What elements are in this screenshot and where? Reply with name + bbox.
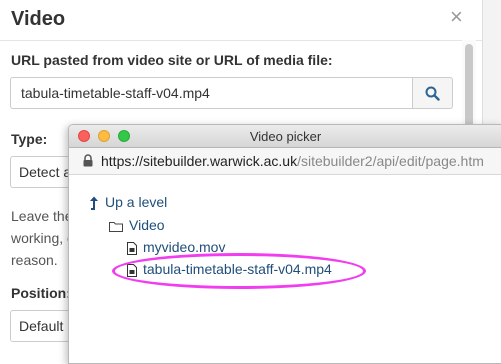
file-label: tabula-timetable-staff-v04.mp4 [143,261,332,277]
level-up-icon [90,196,98,211]
file-tree: Up a level Video myvideo.mov tabula-time… [69,175,501,363]
file-item-selected[interactable]: tabula-timetable-staff-v04.mp4 [127,261,332,281]
address-url: https://sitebuilder.warwick.ac.uk/sitebu… [101,153,484,169]
file-item[interactable]: myvideo.mov [127,239,225,259]
folder-label: Video [129,217,165,233]
file-icon [127,241,137,255]
dialog-title: Video [11,8,66,30]
lock-icon [83,154,93,167]
folder-icon [109,221,123,232]
up-a-level-link[interactable]: Up a level [89,194,167,214]
help-line: Leave the [11,208,71,224]
dialog-header: Video × [0,0,482,41]
type-label: Type: [11,131,48,147]
help-text: Leave the working, c reason. [11,205,71,271]
address-bar[interactable]: https://sitebuilder.warwick.ac.uk/sitebu… [69,148,501,175]
help-line: reason. [11,252,58,268]
file-icon [127,263,137,277]
close-icon[interactable]: × [450,4,463,30]
url-label: URL pasted from video site or URL of med… [11,52,333,68]
folder-video[interactable]: Video [109,217,165,237]
search-button[interactable] [412,77,453,109]
up-a-level-label: Up a level [105,194,168,210]
position-label: Position: [11,285,71,301]
url-host: https://sitebuilder.warwick.ac.uk [101,153,298,169]
window-title: Video picker [249,129,322,144]
search-icon [425,86,440,101]
help-line: working, c [11,230,71,246]
video-picker-window: Video picker https://sitebuilder.warwick… [68,124,501,364]
url-path: /sitebuilder2/api/edit/page.htm [297,153,484,169]
window-titlebar[interactable]: Video picker [69,125,501,148]
url-input[interactable] [10,77,412,109]
file-label: myvideo.mov [143,239,226,255]
